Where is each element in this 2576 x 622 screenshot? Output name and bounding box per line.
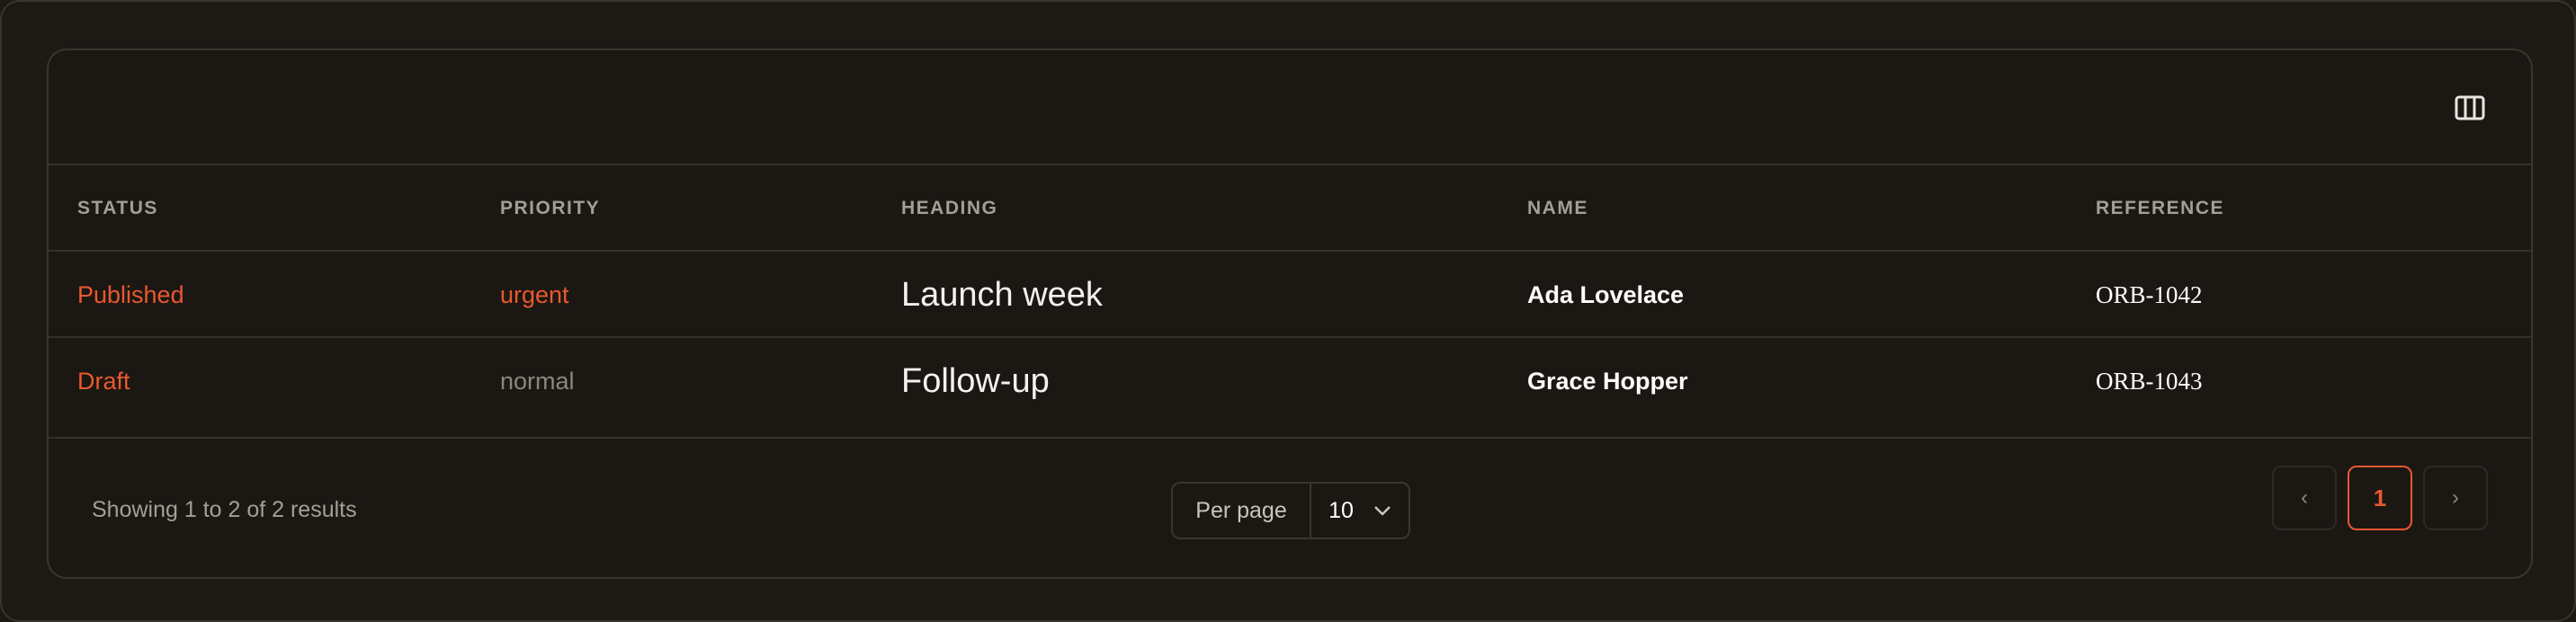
column-header-reference[interactable]: REFERENCE	[2096, 165, 2224, 252]
reference-cell: ORB-1042	[2096, 281, 2203, 308]
heading-cell: Follow-up	[901, 362, 1050, 400]
reference-cell: ORB-1043	[2096, 368, 2203, 395]
table-footer: Showing 1 to 2 of 2 results Per page 10 …	[49, 439, 2531, 577]
column-header-name[interactable]: NAME	[1527, 165, 1588, 252]
page-button-current[interactable]: 1	[2348, 466, 2412, 530]
status-cell: Published	[77, 281, 184, 308]
next-page-button[interactable]: ›	[2423, 466, 2488, 530]
table-row[interactable]: Published urgent Launch week Ada Lovelac…	[49, 252, 2531, 338]
per-page-value: 10	[1328, 497, 1354, 523]
table-row[interactable]: Draft normal Follow-up Grace Hopper ORB-…	[49, 338, 2531, 439]
per-page-label: Per page	[1173, 484, 1311, 538]
columns-icon	[2455, 95, 2485, 120]
name-cell: Grace Hopper	[1527, 368, 1688, 395]
results-summary: Showing 1 to 2 of 2 results	[92, 497, 357, 522]
page-frame: STATUS PRIORITY HEADING NAME REFERENCE P…	[0, 0, 2576, 622]
per-page-control: Per page 10	[1171, 482, 1410, 539]
name-cell: Ada Lovelace	[1527, 281, 1685, 308]
pagination: ‹ 1 ›	[2272, 466, 2488, 530]
table-toolbar	[49, 50, 2531, 165]
column-header-priority[interactable]: PRIORITY	[500, 165, 600, 252]
columns-toggle-button[interactable]	[2454, 93, 2486, 122]
table-header: STATUS PRIORITY HEADING NAME REFERENCE	[49, 165, 2531, 252]
status-cell: Draft	[77, 368, 130, 395]
column-header-heading[interactable]: HEADING	[901, 165, 997, 252]
table-card: STATUS PRIORITY HEADING NAME REFERENCE P…	[47, 49, 2533, 579]
column-header-status[interactable]: STATUS	[77, 165, 158, 252]
previous-page-button[interactable]: ‹	[2272, 466, 2337, 530]
heading-cell: Launch week	[901, 276, 1103, 314]
chevron-down-icon	[1374, 506, 1391, 516]
priority-cell: normal	[500, 368, 575, 395]
per-page-select[interactable]: 10	[1311, 484, 1409, 538]
priority-cell: urgent	[500, 281, 569, 308]
